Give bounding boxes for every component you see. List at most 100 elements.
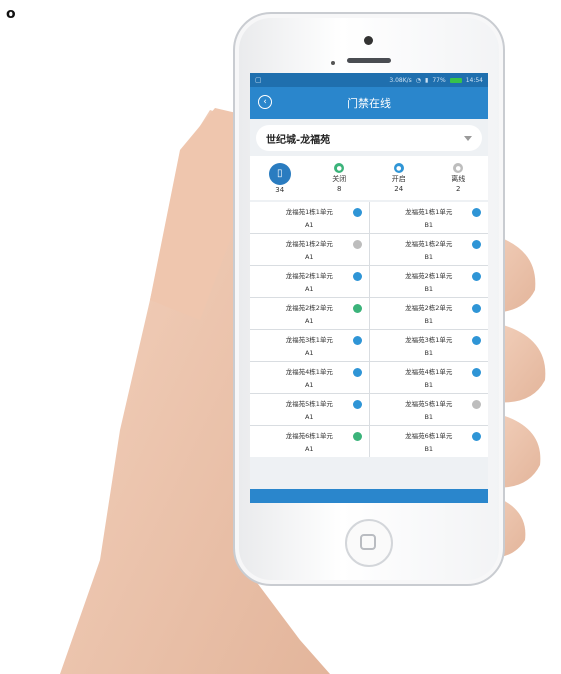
lock-open-icon bbox=[472, 432, 481, 441]
door-name: 龙福苑5栋1单元 bbox=[405, 400, 453, 408]
door-code: A1 bbox=[304, 317, 314, 325]
notification-icon: ▢ bbox=[255, 76, 262, 84]
nav-bar: ‹ 门禁在线 bbox=[250, 87, 488, 119]
door-item[interactable]: 龙福苑6栋1单元 A1 bbox=[250, 426, 369, 457]
stat-total[interactable]: ▯ 34 bbox=[250, 162, 310, 194]
door-item[interactable]: 龙福苑2栋2单元 B1 bbox=[369, 298, 488, 329]
signal-icon: ▮ bbox=[425, 76, 429, 84]
door-name: 龙福苑1栋1单元 bbox=[405, 208, 453, 216]
door-code: A1 bbox=[304, 285, 314, 293]
door-item[interactable]: 龙福苑2栋2单元 A1 bbox=[250, 298, 369, 329]
door-code: B1 bbox=[424, 381, 434, 389]
door-name: 龙福苑5栋1单元 bbox=[285, 400, 333, 408]
door-code: B1 bbox=[424, 413, 434, 421]
door-name: 龙福苑2栋2单元 bbox=[405, 304, 453, 312]
lock-closed-icon bbox=[352, 432, 362, 441]
door-code: B1 bbox=[424, 221, 434, 229]
sensor-icon bbox=[331, 61, 335, 65]
offline-icon bbox=[352, 240, 362, 249]
door-code: A1 bbox=[304, 413, 314, 421]
door-name: 龙福苑2栋1单元 bbox=[285, 272, 333, 280]
door-code: A1 bbox=[304, 253, 314, 261]
lock-open-icon bbox=[472, 304, 481, 313]
door-code: A1 bbox=[304, 445, 314, 453]
lock-open-icon: ● bbox=[393, 163, 404, 173]
door-code: A1 bbox=[304, 381, 314, 389]
lock-open-icon bbox=[352, 272, 362, 281]
door-item[interactable]: 龙福苑5栋1单元 A1 bbox=[250, 394, 369, 425]
stat-closed-count: 8 bbox=[337, 185, 342, 193]
door-name: 龙福苑1栋1单元 bbox=[285, 208, 333, 216]
battery-percent: 77% bbox=[432, 76, 446, 84]
stat-closed-label: 关闭 bbox=[332, 175, 347, 183]
stat-open-label: 开启 bbox=[391, 175, 406, 183]
home-button[interactable] bbox=[345, 519, 393, 567]
door-name: 龙福苑2栋2单元 bbox=[285, 304, 333, 312]
stat-total-count: 34 bbox=[275, 185, 285, 194]
stat-offline[interactable]: ● 离线 2 bbox=[429, 163, 489, 193]
lock-open-icon bbox=[352, 368, 362, 377]
door-name: 龙福苑1栋2单元 bbox=[405, 240, 453, 248]
lock-closed-icon: ● bbox=[334, 163, 345, 173]
back-circle-icon[interactable]: ‹ bbox=[258, 95, 272, 109]
door-item[interactable]: 龙福苑1栋2单元 B1 bbox=[369, 234, 488, 265]
lock-open-icon bbox=[472, 336, 481, 345]
camera-icon bbox=[364, 36, 373, 45]
door-code: B1 bbox=[424, 445, 434, 453]
door-item[interactable]: 龙福苑3栋1单元 B1 bbox=[369, 330, 488, 361]
network-speed: 3.08K/s bbox=[389, 76, 412, 84]
wifi-icon: ◔ bbox=[415, 76, 422, 84]
lock-open-icon bbox=[472, 272, 481, 281]
home-square-icon bbox=[360, 534, 376, 550]
door-item[interactable]: 龙福苑2栋1单元 A1 bbox=[250, 266, 369, 297]
community-select[interactable]: 世纪城-龙福苑 bbox=[256, 125, 482, 151]
lock-closed-icon bbox=[352, 304, 362, 313]
door-item[interactable]: 龙福苑1栋1单元 A1 bbox=[250, 202, 369, 233]
door-item[interactable]: 龙福苑2栋1单元 B1 bbox=[369, 266, 488, 297]
door-name: 龙福苑3栋1单元 bbox=[405, 336, 453, 344]
lock-open-icon bbox=[472, 368, 481, 377]
chevron-down-icon bbox=[464, 135, 472, 141]
door-item[interactable]: 龙福苑3栋1单元 A1 bbox=[250, 330, 369, 361]
offline-icon bbox=[472, 400, 481, 409]
lock-open-icon bbox=[352, 336, 362, 345]
door-code: B1 bbox=[424, 349, 434, 357]
lock-open-icon bbox=[352, 400, 362, 409]
door-item[interactable]: 龙福苑4栋1单元 A1 bbox=[250, 362, 369, 393]
door-name: 龙福苑4栋1单元 bbox=[405, 368, 453, 376]
door-item[interactable]: 龙福苑1栋2单元 A1 bbox=[250, 234, 369, 265]
offline-icon: ● bbox=[453, 163, 464, 173]
lock-open-icon bbox=[472, 208, 481, 217]
page-title: 门禁在线 bbox=[347, 97, 391, 110]
lock-open-icon bbox=[352, 208, 362, 217]
door-list: 龙福苑1栋1单元 A1 龙福苑1栋1单元 B1 龙福苑1栋2单元 A1 龙福苑1栋2单元 B1… bbox=[250, 202, 488, 457]
door-item[interactable]: 龙福苑6栋1单元 B1 bbox=[369, 426, 488, 457]
door-item[interactable]: 龙福苑5栋1单元 B1 bbox=[369, 394, 488, 425]
stat-open-count: 24 bbox=[394, 185, 404, 193]
stat-offline-count: 2 bbox=[456, 185, 461, 193]
stat-closed[interactable]: ● 关闭 8 bbox=[310, 163, 370, 193]
door-name: 龙福苑4栋1单元 bbox=[285, 368, 333, 376]
door-code: B1 bbox=[424, 285, 434, 293]
door-name: 龙福苑3栋1单元 bbox=[285, 336, 333, 344]
status-bar: ▢ 3.08K/s ◔ ▮ 77% 14:54 bbox=[250, 73, 488, 87]
door-name: 龙福苑6栋1单元 bbox=[405, 432, 453, 440]
battery-icon bbox=[449, 77, 462, 83]
door-code: A1 bbox=[304, 221, 314, 229]
speaker-grille bbox=[347, 58, 391, 63]
lock-open-icon bbox=[472, 240, 481, 249]
door-code: A1 bbox=[304, 349, 314, 357]
door-icon: ▯ bbox=[268, 162, 291, 185]
app-screen: ▢ 3.08K/s ◔ ▮ 77% 14:54 ‹ 门禁在线 世纪城-龙福苑 ▯… bbox=[250, 73, 488, 503]
clock: 14:54 bbox=[465, 76, 483, 84]
door-item[interactable]: 龙福苑4栋1单元 B1 bbox=[369, 362, 488, 393]
door-code: B1 bbox=[424, 253, 434, 261]
door-name: 龙福苑2栋1单元 bbox=[405, 272, 453, 280]
door-name: 龙福苑6栋1单元 bbox=[285, 432, 333, 440]
door-item[interactable]: 龙福苑1栋1单元 B1 bbox=[369, 202, 488, 233]
status-summary: ▯ 34 ● 关闭 8 ● 开启 24 ● 离线 2 bbox=[250, 156, 488, 200]
door-code: B1 bbox=[424, 317, 434, 325]
community-select-value: 世纪城-龙福苑 bbox=[266, 134, 331, 146]
stat-open[interactable]: ● 开启 24 bbox=[369, 163, 429, 193]
stat-offline-label: 离线 bbox=[451, 175, 466, 183]
